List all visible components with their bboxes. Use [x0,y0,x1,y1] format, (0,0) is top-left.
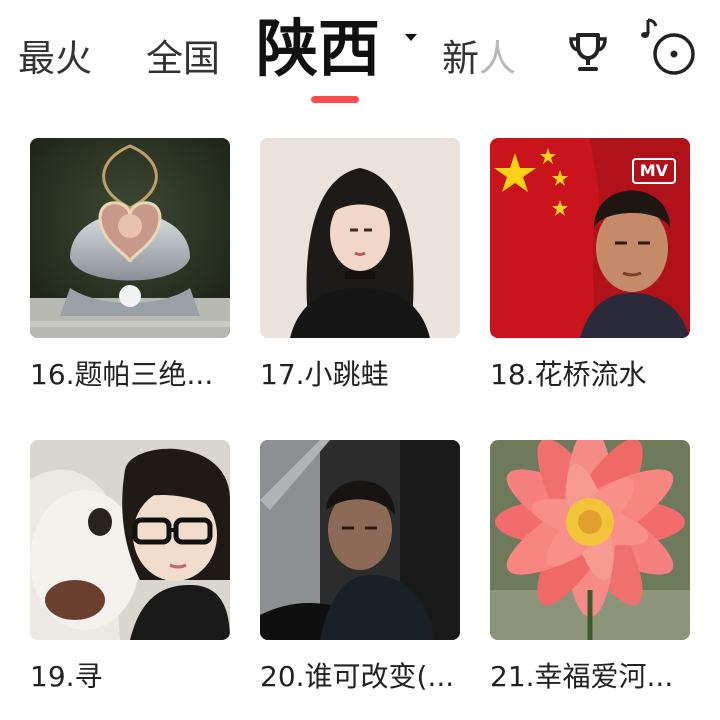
music-disc-icon[interactable] [638,12,700,78]
song-title: 20.谁可改变(... [260,660,455,693]
song-title: 21.幸福爱河... [490,660,674,693]
song-cover-image[interactable]: MV [490,138,690,338]
song-cover-image[interactable] [260,138,460,338]
song-cover-image[interactable] [260,440,460,640]
song-title: 17.小跳蛙 [260,358,389,391]
tab-newcomers-label-faded: 人 [479,37,516,80]
song-title: 16.题帕三绝... [30,358,214,391]
tab-newcomers-label: 新 [442,37,479,80]
tab-hottest[interactable]: 最火 [18,40,92,77]
song-title: 18.花桥流水 [490,358,647,391]
trophy-icon[interactable] [566,30,610,74]
tab-nationwide[interactable]: 全国 [146,40,220,77]
top-tab-bar: 最火 全国 陕西 新人 [0,0,720,110]
song-cover-image[interactable] [30,440,230,640]
song-title: 19.寻 [30,660,103,693]
song-cover-image[interactable] [490,440,690,640]
region-dropdown-caret-icon[interactable] [405,34,417,41]
tab-shaanxi[interactable]: 陕西 [256,18,380,80]
mv-badge: MV [631,158,676,184]
song-cover-image[interactable] [30,138,230,338]
active-tab-indicator [311,96,359,103]
tab-newcomers[interactable]: 新人 [442,40,516,77]
